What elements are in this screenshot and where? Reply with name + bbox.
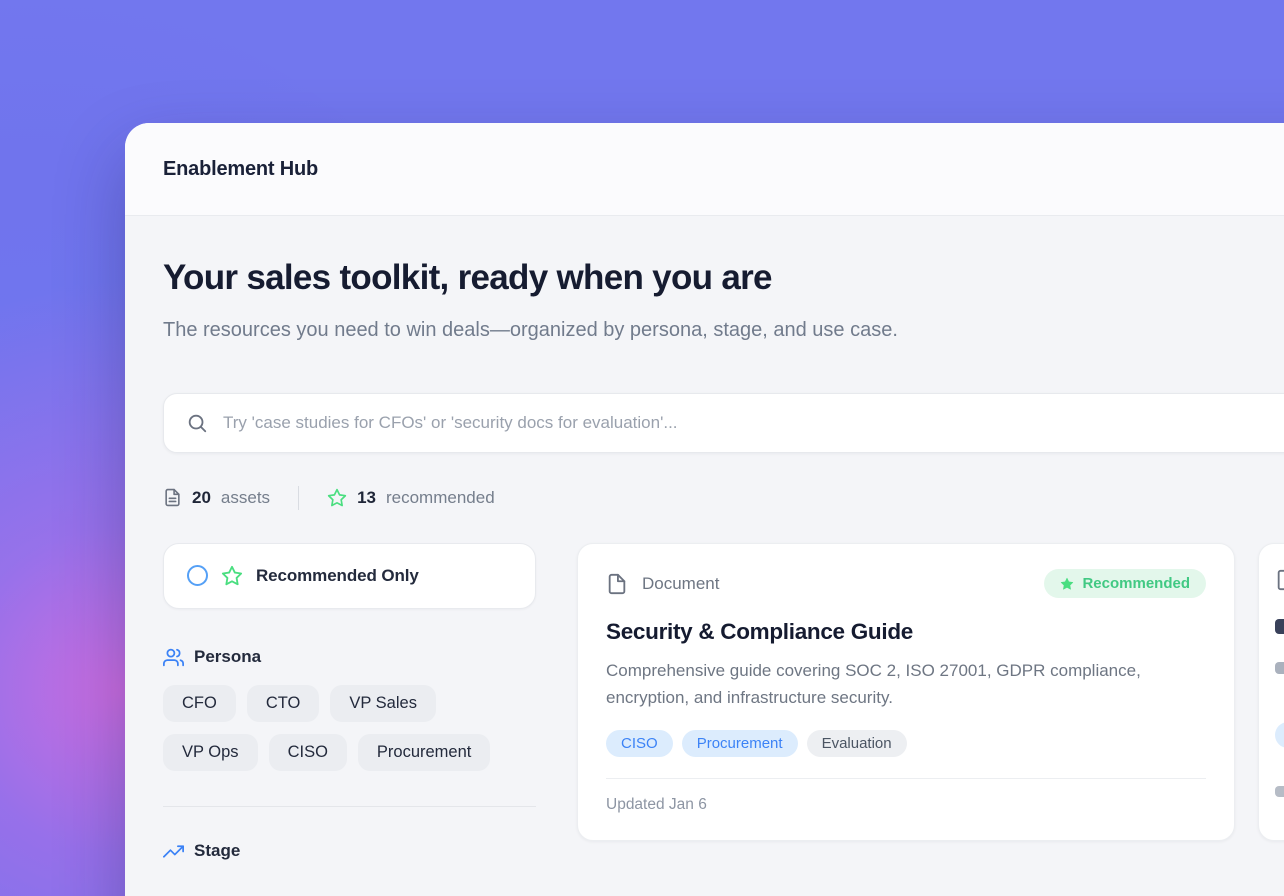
trending-up-icon <box>163 841 184 862</box>
card-updated-date: Updated Jan 6 <box>606 779 1206 840</box>
card-type-label: Document <box>642 574 719 594</box>
partial-card-description <box>1275 662 1284 674</box>
card-top-row: Document Recommended <box>606 569 1206 599</box>
star-icon <box>221 565 243 587</box>
persona-label: Persona <box>194 647 261 667</box>
filters-sidebar: Recommended Only Persona CFO CTO VP Sale… <box>163 543 536 862</box>
partial-card-tag <box>1275 722 1284 748</box>
file-text-icon <box>163 488 182 507</box>
recommended-badge-label: Recommended <box>1082 575 1190 592</box>
stats-divider <box>298 486 299 510</box>
search-icon <box>186 412 208 434</box>
persona-chip-procurement[interactable]: Procurement <box>358 734 490 771</box>
card-title: Security & Compliance Guide <box>606 619 1206 645</box>
persona-chip-cto[interactable]: CTO <box>247 685 320 722</box>
star-filled-icon <box>1060 577 1074 591</box>
stats-row: 20 assets 13 recommended <box>163 486 1284 510</box>
search-input[interactable] <box>223 413 1284 433</box>
recommended-label: recommended <box>386 488 495 508</box>
tag-ciso[interactable]: CISO <box>606 730 673 757</box>
star-icon <box>327 488 347 508</box>
persona-chips: CFO CTO VP Sales VP Ops CISO Procurement <box>163 685 536 771</box>
recommended-stat: 13 recommended <box>327 488 495 508</box>
recommended-only-toggle[interactable]: Recommended Only <box>163 543 536 609</box>
search-bar[interactable] <box>163 393 1284 453</box>
assets-stat: 20 assets <box>163 488 270 508</box>
page-title: Your sales toolkit, ready when you are <box>163 258 1284 298</box>
asset-card-security-compliance-guide[interactable]: Document Recommended Security & Complian… <box>577 543 1235 841</box>
file-icon <box>606 573 628 595</box>
card-type: Document <box>606 573 719 595</box>
assets-count: 20 <box>192 488 211 508</box>
asset-card-partial[interactable] <box>1258 543 1284 841</box>
persona-chip-cfo[interactable]: CFO <box>163 685 236 722</box>
partial-card-footer <box>1275 786 1284 797</box>
card-tags: CISO Procurement Evaluation <box>606 730 1206 757</box>
persona-section-header: Persona <box>163 647 536 668</box>
tag-procurement[interactable]: Procurement <box>682 730 798 757</box>
partial-card-title <box>1275 619 1284 634</box>
app-title: Enablement Hub <box>163 158 318 181</box>
persona-chip-vp-sales[interactable]: VP Sales <box>330 685 436 722</box>
users-icon <box>163 647 184 668</box>
content-row: Recommended Only Persona CFO CTO VP Sale… <box>163 543 1284 862</box>
sidebar-divider <box>163 806 536 807</box>
recommended-badge: Recommended <box>1044 569 1206 598</box>
window-body: Your sales toolkit, ready when you are T… <box>125 216 1284 862</box>
file-icon <box>1275 569 1284 591</box>
persona-chip-ciso[interactable]: CISO <box>269 734 347 771</box>
enablement-hub-window: Enablement Hub Your sales toolkit, ready… <box>125 123 1284 896</box>
stage-label: Stage <box>194 841 240 861</box>
card-description: Comprehensive guide covering SOC 2, ISO … <box>606 658 1181 712</box>
page-subtitle: The resources you need to win deals—orga… <box>163 315 993 347</box>
persona-chip-vp-ops[interactable]: VP Ops <box>163 734 258 771</box>
tag-evaluation[interactable]: Evaluation <box>807 730 907 757</box>
asset-cards-row: Document Recommended Security & Complian… <box>577 543 1284 841</box>
recommended-only-label: Recommended Only <box>256 566 419 586</box>
recommended-count: 13 <box>357 488 376 508</box>
radio-circle-icon[interactable] <box>187 565 208 586</box>
stage-section-header: Stage <box>163 841 536 862</box>
window-header: Enablement Hub <box>125 123 1284 216</box>
assets-label: assets <box>221 488 270 508</box>
